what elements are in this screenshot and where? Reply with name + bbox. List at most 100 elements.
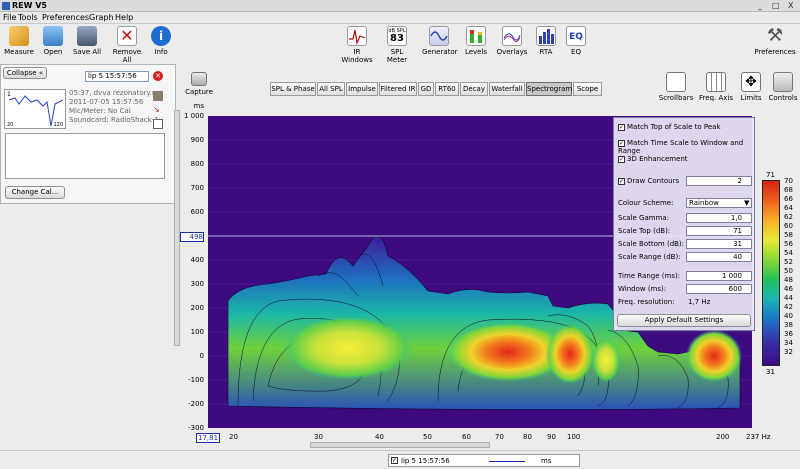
main-toolbar: Measure Open Save All ✕ Remove All i Inf…	[0, 24, 800, 64]
save-all-button[interactable]: Save All	[72, 26, 102, 56]
menu-file[interactable]: File	[3, 13, 16, 22]
scrollbars-icon	[666, 72, 686, 92]
checkbox-checked-icon: ✓	[618, 123, 625, 131]
tab-all-spl[interactable]: All SPL	[317, 82, 345, 96]
tab-gd[interactable]: GD	[418, 82, 434, 96]
controls-button[interactable]: Controls	[768, 72, 798, 102]
wrench-icon: ⚒	[766, 25, 784, 46]
tab-waterfall[interactable]: Waterfall	[489, 82, 525, 96]
scrollbars-button[interactable]: Scrollbars	[658, 72, 694, 102]
spl-meter-button[interactable]: dB SPL 83 SPL Meter	[380, 26, 414, 64]
remove-all-button[interactable]: ✕ Remove All	[108, 26, 146, 64]
tab-scope[interactable]: Scope	[573, 82, 602, 96]
close-button[interactable]: X	[788, 1, 793, 10]
rta-button[interactable]: RTA	[534, 26, 558, 56]
apply-default-settings-button[interactable]: Apply Default Settings	[617, 314, 751, 327]
x-tick: 40	[375, 433, 384, 441]
open-button[interactable]: Open	[40, 26, 66, 56]
measurement-name-field[interactable]: lip 5 15:57:56	[85, 71, 149, 82]
scale-range-field[interactable]: 40	[686, 252, 752, 262]
freq-resolution-value: 1,7 Hz	[688, 298, 711, 306]
overlays-button[interactable]: Overlays	[496, 26, 528, 56]
match-time-scale-checkbox[interactable]: ✓ Match Time Scale to Window and Range	[618, 139, 754, 155]
menu-help[interactable]: Help	[115, 13, 133, 22]
scale-bottom-field[interactable]: 31	[686, 239, 752, 249]
tab-rt60[interactable]: RT60	[435, 82, 459, 96]
y-marker-readout: 498	[180, 232, 204, 242]
mic-cal-icon[interactable]: ↘	[153, 105, 163, 115]
generator-button[interactable]: Generator	[422, 26, 458, 56]
colorbar-tick: 48	[784, 276, 793, 284]
y-tick: 0	[199, 352, 204, 360]
peak-region-35hz	[283, 316, 413, 380]
notes-edit-icon[interactable]	[153, 91, 163, 101]
colorbar-tick: 62	[784, 213, 793, 221]
colorbar-tick: 66	[784, 195, 793, 203]
menu-tools[interactable]: Tools	[18, 13, 38, 22]
colorbar-tick: 60	[784, 222, 793, 230]
contour-count-spinner[interactable]: 2	[686, 176, 752, 186]
legend-checkbox[interactable]: ✓	[391, 457, 398, 464]
ir-windows-label: IR Windows	[341, 48, 373, 64]
soundcard-cal-icon[interactable]	[153, 119, 163, 129]
window-field[interactable]: 600	[686, 284, 752, 294]
scale-top-field[interactable]: 71	[686, 226, 752, 236]
y-tick: -200	[188, 400, 204, 408]
info-line-date: 2011-07-05 15:57:56	[69, 98, 144, 106]
match-top-scale-label: Match Top of Scale to Peak	[627, 123, 721, 131]
legend-unit: ms	[541, 457, 552, 465]
camera-icon	[191, 72, 207, 86]
tab-filtered-ir[interactable]: Filtered IR	[379, 82, 417, 96]
info-line-soundcard: Soundcard: RadioShack-1	[69, 116, 159, 124]
delete-measurement-icon[interactable]: ✕	[153, 71, 163, 81]
menu-graph[interactable]: Graph	[89, 13, 114, 22]
x-tick: 50	[423, 433, 432, 441]
y-tick: 1 000	[183, 112, 204, 120]
minimize-button[interactable]: _	[758, 1, 762, 10]
y-tick: 300	[190, 280, 204, 288]
eq-icon: EQ	[566, 26, 586, 46]
x-cursor-readout: 17,81	[196, 433, 221, 443]
collapse-label: Collapse	[6, 69, 37, 77]
colorbar-tick: 56	[784, 240, 793, 248]
horizontal-scrollbar[interactable]	[310, 442, 490, 448]
3d-enhancement-checkbox[interactable]: ✓ 3D Enhancement	[618, 155, 688, 163]
x-tick: 80	[523, 433, 532, 441]
levels-button[interactable]: Levels	[462, 26, 490, 56]
spl-badge-value: 83	[390, 33, 404, 44]
capture-button[interactable]: Capture	[184, 72, 214, 96]
freq-axis-button[interactable]: Freq. Axis	[698, 72, 734, 102]
tab-spectrogram[interactable]: Spectrogram	[526, 82, 572, 96]
freq-resolution-label: Freq. resolution:	[618, 298, 675, 306]
levels-icon	[466, 26, 486, 46]
notes-area[interactable]	[5, 133, 165, 179]
preferences-button[interactable]: ⚒ Preferences	[752, 25, 798, 57]
colour-scheme-select[interactable]: Rainbow	[686, 198, 752, 208]
tab-decay[interactable]: Decay	[460, 82, 488, 96]
capture-label: Capture	[185, 88, 213, 96]
ir-windows-button[interactable]: IR Windows	[338, 26, 376, 64]
time-range-field[interactable]: 1 000	[686, 271, 752, 281]
maximize-button[interactable]: □	[772, 1, 780, 10]
tab-impulse[interactable]: Impulse	[346, 82, 378, 96]
scale-gamma-field[interactable]: 1,0	[686, 213, 752, 223]
collapse-chevron-icon: «	[38, 69, 44, 77]
limits-button[interactable]: ✥ Limits	[738, 72, 764, 102]
y-tick: 900	[190, 136, 204, 144]
ir-windows-icon	[347, 26, 367, 46]
measurement-thumbnail[interactable]: 1 20 120	[4, 89, 66, 129]
collapse-button[interactable]: Collapse «	[3, 67, 47, 79]
eq-button[interactable]: EQ EQ	[564, 26, 588, 56]
change-cal-button[interactable]: Change Cal...	[5, 186, 65, 199]
measure-button[interactable]: Measure	[4, 26, 34, 56]
vertical-scrollbar[interactable]	[174, 110, 180, 346]
tab-spl-phase[interactable]: SPL & Phase	[270, 82, 316, 96]
chevron-down-icon[interactable]: ▼	[744, 199, 749, 207]
menu-preferences[interactable]: Preferences	[42, 13, 89, 22]
draw-contours-checkbox[interactable]: ✓ Draw Contours	[618, 177, 679, 185]
match-top-scale-checkbox[interactable]: ✓ Match Top of Scale to Peak	[618, 123, 721, 131]
3d-enhancement-label: 3D Enhancement	[627, 155, 688, 163]
scrollbars-label: Scrollbars	[658, 94, 694, 102]
legend-entry[interactable]: ✓ lip 5 15:57:56 ms	[388, 454, 580, 467]
info-button[interactable]: i Info	[150, 26, 172, 56]
